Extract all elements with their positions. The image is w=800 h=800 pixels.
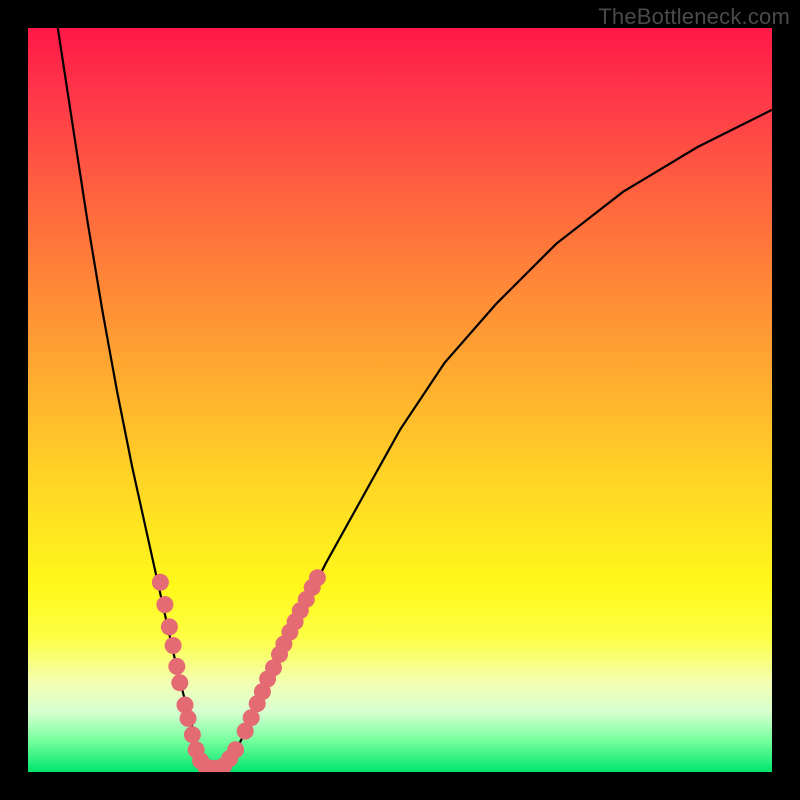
- data-marker: [171, 674, 188, 691]
- data-marker: [156, 596, 173, 613]
- marker-group: [152, 569, 326, 772]
- data-marker: [161, 618, 178, 635]
- bottleneck-curve: [58, 28, 772, 768]
- data-marker: [168, 658, 185, 675]
- data-marker: [184, 726, 201, 743]
- data-marker: [309, 569, 326, 586]
- watermark-text: TheBottleneck.com: [598, 4, 790, 30]
- data-marker: [180, 710, 197, 727]
- plot-area: [28, 28, 772, 772]
- data-marker: [227, 741, 244, 758]
- chart-svg: [28, 28, 772, 772]
- data-marker: [152, 574, 169, 591]
- data-marker: [165, 637, 182, 654]
